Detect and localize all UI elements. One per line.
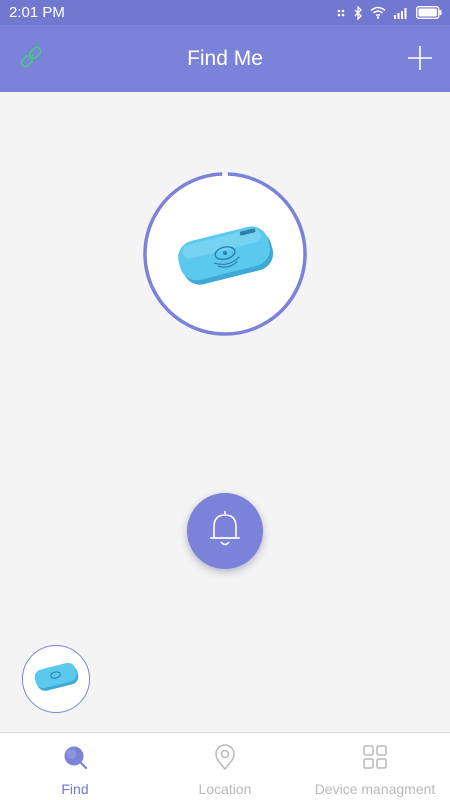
device-status-ring[interactable]: [143, 172, 307, 336]
location-pin-icon: [211, 743, 239, 776]
app-bar: Find Me: [0, 25, 450, 92]
battery-icon: [416, 6, 442, 19]
status-bar: 2:01 PM: [0, 0, 450, 25]
page-title: Find Me: [187, 47, 263, 70]
nav-label-device-management: Device managment: [314, 781, 436, 797]
signal-dots-icon: [337, 7, 347, 19]
grid-icon: [361, 743, 389, 776]
nav-item-location[interactable]: Location: [150, 733, 300, 800]
nav-label-find: Find: [61, 781, 89, 797]
nav-label-location: Location: [198, 781, 252, 797]
bluetooth-icon: [354, 5, 363, 20]
add-device-button[interactable]: [404, 44, 436, 76]
wifi-icon: [370, 6, 386, 19]
alarm-button[interactable]: [187, 493, 263, 569]
tracker-thumbnail-image: [31, 660, 81, 699]
cell-signal-icon: [393, 7, 409, 19]
search-icon: [61, 743, 89, 776]
device-thumbnail[interactable]: [22, 645, 90, 713]
plus-icon: [406, 44, 434, 77]
tracker-tag-image: [173, 224, 279, 295]
screen: 2:01 PM Find Me Find Location Device man…: [0, 0, 450, 800]
nav-item-find[interactable]: Find: [0, 733, 150, 800]
nav-item-device-management[interactable]: Device managment: [300, 733, 450, 800]
status-time: 2:01 PM: [9, 4, 65, 21]
bottom-navigation: Find Location Device managment: [0, 732, 450, 800]
status-icons: [337, 5, 442, 20]
bell-icon: [206, 508, 244, 555]
